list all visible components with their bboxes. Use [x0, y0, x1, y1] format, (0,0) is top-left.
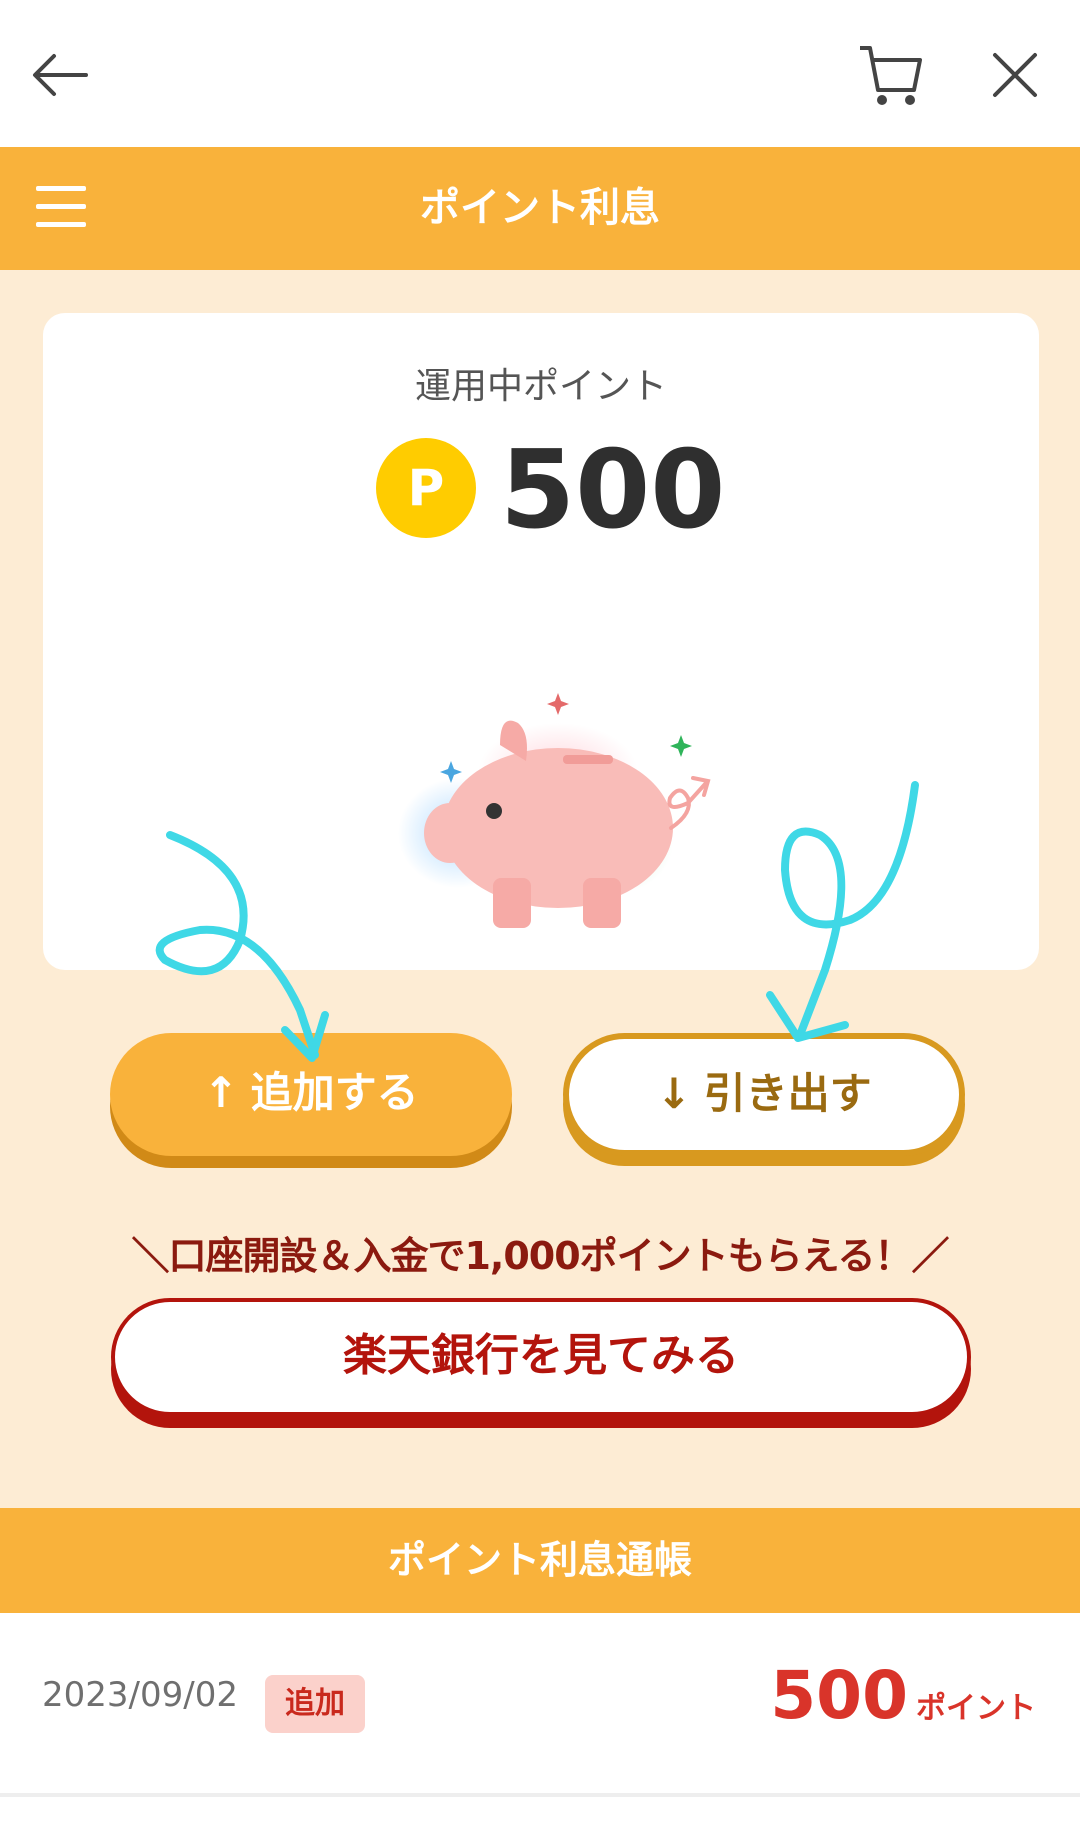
points-label: 運用中ポイント — [414, 366, 667, 407]
add-points-button[interactable]: ↑ 追加する — [110, 1033, 512, 1156]
entry-date: 2023/09/02 — [42, 1675, 238, 1715]
entry-amount: 500 ポイント — [770, 1657, 1036, 1734]
arrow-down-icon: ↓ — [656, 1069, 692, 1118]
add-points-label: 追加する — [250, 1068, 419, 1117]
arrow-up-icon: ↑ — [203, 1068, 239, 1117]
point-coin-icon: P — [376, 438, 476, 538]
rakuten-bank-button[interactable]: 楽天銀行を見てみる — [111, 1298, 971, 1416]
entry-amount-unit: ポイント — [916, 1691, 1036, 1726]
passbook-header: ポイント利息通帳 — [0, 1508, 1080, 1613]
cart-icon[interactable] — [856, 40, 926, 110]
close-icon[interactable] — [980, 40, 1050, 110]
arrow-left-icon[interactable] — [28, 40, 98, 110]
list-item[interactable]: 2023/09/02 追加 500 ポイント — [0, 1613, 1080, 1798]
promo-text: ＼口座開設＆入金で1,000ポイントもらえる！／ — [131, 1234, 949, 1278]
top-app-bar — [0, 0, 1080, 147]
divider — [0, 1793, 1080, 1797]
points-value: 500 — [500, 428, 726, 553]
piggy-bank-illustration — [398, 693, 711, 928]
points-card: 運用中ポイント P 500 — [43, 313, 1039, 970]
withdraw-points-label: 引き出す — [703, 1069, 872, 1118]
withdraw-points-button[interactable]: ↓ 引き出す — [563, 1033, 965, 1156]
entry-type-badge: 追加 — [265, 1675, 365, 1733]
page-title: ポイント利息 — [420, 185, 660, 231]
page-header: ポイント利息 — [0, 147, 1080, 270]
entry-amount-value: 500 — [770, 1657, 908, 1734]
